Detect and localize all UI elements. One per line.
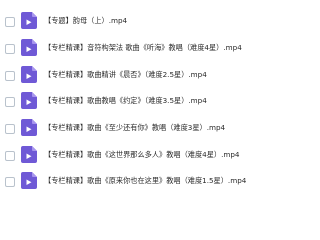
list-item[interactable]: 【专栏精课】歌曲《至少还有你》教唱（难度3星）.mp4: [0, 119, 300, 143]
row-checkbox[interactable]: [5, 151, 15, 161]
row-checkbox[interactable]: [5, 124, 15, 134]
list-item[interactable]: 【专栏精课】歌曲《这世界那么多人》教唱（难度4星）.mp4: [0, 146, 300, 170]
video-file-icon: [21, 66, 37, 83]
list-item[interactable]: 【专栏精课】音符构架法 歌曲《听海》教唱（难度4星）.mp4: [0, 39, 300, 63]
file-name[interactable]: 【专栏精课】歌曲教唱《约定》（难度3.5星）.mp4: [44, 95, 207, 107]
list-item[interactable]: 【专栏精课】歌曲精讲《晨否》（难度2.5星）.mp4: [0, 66, 300, 90]
row-checkbox[interactable]: [5, 177, 15, 187]
file-name[interactable]: 【专栏精课】歌曲《原来你也在这里》教唱（难度1.5星）.mp4: [44, 175, 246, 187]
list-item[interactable]: 【专题】韵母（上）.mp4: [0, 12, 300, 36]
row-checkbox[interactable]: [5, 44, 15, 54]
list-item[interactable]: 【专栏精课】歌曲《原来你也在这里》教唱（难度1.5星）.mp4: [0, 172, 300, 196]
video-file-icon: [21, 12, 37, 29]
row-checkbox[interactable]: [5, 97, 15, 107]
row-checkbox[interactable]: [5, 17, 15, 27]
video-file-icon: [21, 146, 37, 163]
file-list: 【专题】韵母（上）.mp4 【专栏精课】音符构架法 歌曲《听海》教唱（难度4星）…: [0, 0, 300, 200]
row-checkbox[interactable]: [5, 71, 15, 81]
list-item[interactable]: 【专栏精课】歌曲教唱《约定》（难度3.5星）.mp4: [0, 92, 300, 116]
file-name[interactable]: 【专栏精课】歌曲《这世界那么多人》教唱（难度4星）.mp4: [44, 149, 240, 161]
video-file-icon: [21, 39, 37, 56]
video-file-icon: [21, 92, 37, 109]
video-file-icon: [21, 119, 37, 136]
video-file-icon: [21, 172, 37, 189]
file-name[interactable]: 【专题】韵母（上）.mp4: [44, 15, 127, 27]
file-name[interactable]: 【专栏精课】音符构架法 歌曲《听海》教唱（难度4星）.mp4: [44, 42, 242, 54]
file-name[interactable]: 【专栏精课】歌曲精讲《晨否》（难度2.5星）.mp4: [44, 69, 207, 81]
file-name[interactable]: 【专栏精课】歌曲《至少还有你》教唱（难度3星）.mp4: [44, 122, 225, 134]
